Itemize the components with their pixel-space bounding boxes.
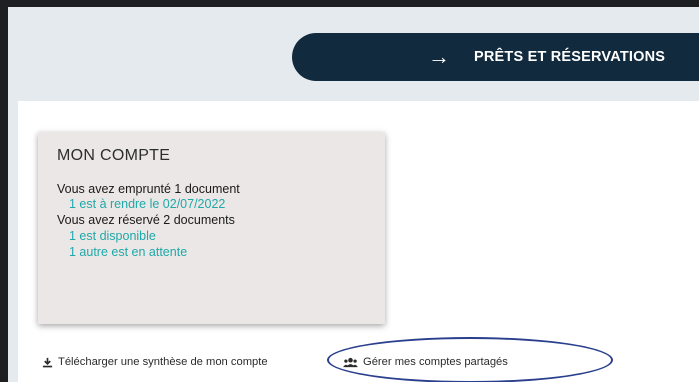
loans-reservations-label: PRÊTS ET RÉSERVATIONS <box>474 49 666 65</box>
download-summary-link[interactable]: Télécharger une synthèse de mon compte <box>42 356 268 368</box>
page-frame: → PRÊTS ET RÉSERVATIONS ⌄ MON COMPTE Vou… <box>8 7 699 382</box>
download-summary-label: Télécharger une synthèse de mon compte <box>58 356 268 368</box>
arrow-right-icon: → <box>428 44 450 69</box>
available-link[interactable]: 1 est disponible <box>69 229 156 243</box>
loans-reservations-menu-button[interactable]: → PRÊTS ET RÉSERVATIONS ⌄ <box>292 33 699 81</box>
return-due-link[interactable]: 1 est à rendre le 02/07/2022 <box>69 197 225 211</box>
highlight-ellipse <box>327 337 613 382</box>
account-card-title: MON COMPTE <box>57 147 171 164</box>
borrowed-summary: Vous avez emprunté 1 document <box>57 182 240 196</box>
main-content: MON COMPTE Vous avez emprunté 1 document… <box>18 101 699 382</box>
waiting-link[interactable]: 1 autre est en attente <box>69 245 187 259</box>
download-icon <box>42 357 53 367</box>
reserved-summary: Vous avez réservé 2 documents <box>57 213 235 227</box>
account-card: MON COMPTE Vous avez emprunté 1 document… <box>38 132 385 324</box>
